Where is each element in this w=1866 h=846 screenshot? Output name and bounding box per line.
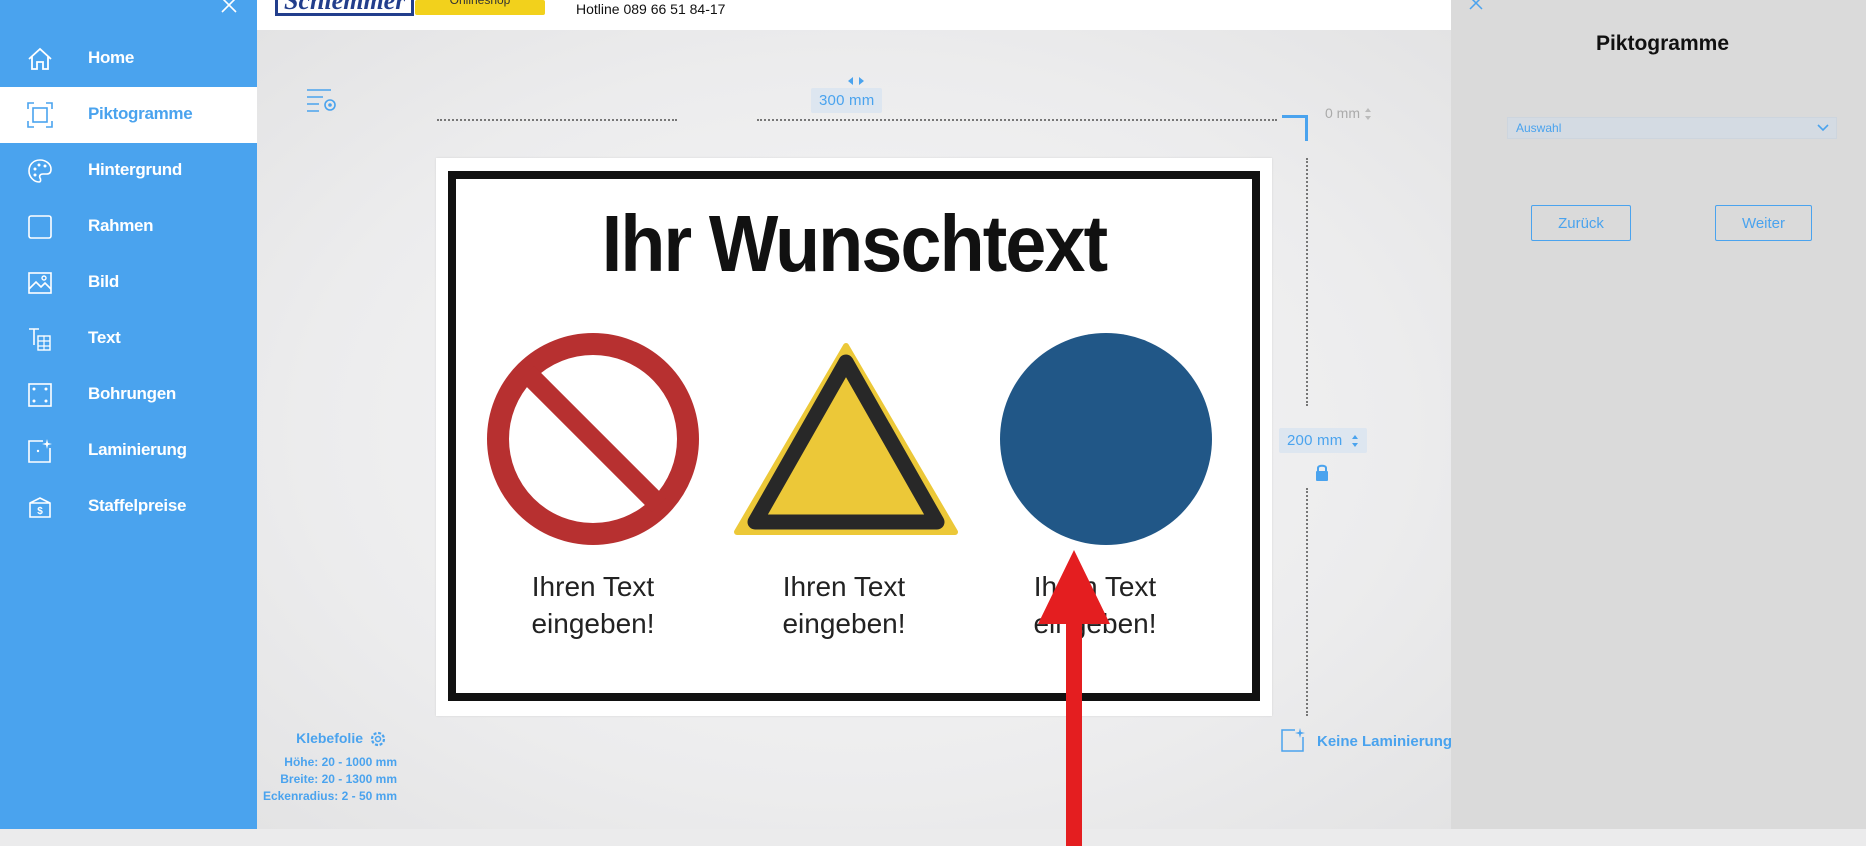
sidebar-item-hintergrund[interactable]: Hintergrund xyxy=(0,143,257,199)
sidebar-item-label: Rahmen xyxy=(88,216,154,235)
editor-canvas: 300 mm 0 mm 200 mm Ihr Wunschtext Ihren … xyxy=(257,30,1452,846)
close-icon[interactable] xyxy=(1467,0,1485,12)
sidebar-item-label: Home xyxy=(88,48,135,67)
sign-title[interactable]: Ihr Wunschtext xyxy=(469,198,1238,290)
back-button[interactable]: Zurück xyxy=(1531,205,1631,241)
gear-icon[interactable] xyxy=(369,730,387,748)
width-guide-right xyxy=(757,119,1277,121)
sidebar-item-label: Laminierung xyxy=(88,440,187,459)
sidebar-item-label: Bild xyxy=(88,272,119,291)
spec-height: Höhe: 20 - 1000 mm xyxy=(284,755,397,769)
height-label: 200 mm xyxy=(1287,432,1343,449)
width-value[interactable]: 300 mm xyxy=(811,88,883,113)
close-icon[interactable] xyxy=(218,0,240,16)
sign-caption-left[interactable]: Ihren Text eingeben! xyxy=(493,568,693,642)
chevron-down-icon xyxy=(1817,124,1829,132)
price-box-icon: $ xyxy=(29,497,51,518)
material-label[interactable]: Klebefolie xyxy=(296,730,363,746)
top-bar: Schlemmer Onlineshop Hotline 089 66 51 8… xyxy=(257,0,1451,30)
pictogram-select[interactable]: Auswahl xyxy=(1507,117,1837,139)
onlineshop-button[interactable]: Onlineshop xyxy=(415,0,545,15)
sidebar-item-label: Piktogramme xyxy=(88,104,193,123)
settings-list-icon[interactable] xyxy=(305,86,339,116)
resize-horizontal-icon[interactable] xyxy=(847,76,865,86)
spec-corner-radius: Eckenradius: 2 - 50 mm xyxy=(262,789,397,803)
prohibition-sign-icon[interactable] xyxy=(487,333,699,545)
frame-icon xyxy=(27,102,53,128)
home-icon xyxy=(28,47,52,70)
caption-line: eingeben! xyxy=(531,608,655,639)
mandatory-sign-icon[interactable] xyxy=(1000,333,1212,545)
stepper-icon[interactable] xyxy=(1364,107,1372,121)
caption-line: eingeben! xyxy=(782,608,906,639)
image-icon xyxy=(28,272,52,294)
sidebar-item-staffelpreise[interactable]: $ Staffelpreise xyxy=(0,479,257,535)
corner-radius-label: 0 mm xyxy=(1325,105,1360,121)
sidebar-item-piktogramme[interactable]: Piktogramme xyxy=(0,87,257,143)
lamination-icon xyxy=(28,439,52,463)
next-button[interactable]: Weiter xyxy=(1715,205,1812,241)
sidebar-item-bild[interactable]: Bild xyxy=(0,255,257,311)
square-icon xyxy=(28,215,52,239)
sidebar-item-label: Text xyxy=(88,328,121,347)
sidebar-item-label: Bohrungen xyxy=(88,384,176,403)
spec-width: Breite: 20 - 1300 mm xyxy=(280,772,397,786)
sidebar-item-home[interactable]: Home xyxy=(0,31,257,87)
sidebar-item-laminierung[interactable]: Laminierung xyxy=(0,423,257,479)
arrow-up-icon xyxy=(1038,550,1110,846)
drill-holes-icon xyxy=(28,383,52,407)
stepper-icon[interactable] xyxy=(1351,434,1359,448)
lock-icon[interactable] xyxy=(1314,462,1330,482)
select-value: Auswahl xyxy=(1516,121,1562,135)
caption-line: Ihren Text xyxy=(782,571,906,602)
corner-radius-marker xyxy=(1282,115,1308,141)
height-value[interactable]: 200 mm xyxy=(1279,428,1367,453)
lamination-label[interactable]: Keine Laminierung xyxy=(1317,733,1452,750)
sign-preview[interactable]: Ihr Wunschtext Ihren Text eingeben! Ihre… xyxy=(436,158,1272,716)
height-guide-bottom xyxy=(1306,488,1308,716)
sign-caption-middle[interactable]: Ihren Text eingeben! xyxy=(744,568,944,642)
sidebar-item-bohrungen[interactable]: Bohrungen xyxy=(0,367,257,423)
brand-logo[interactable]: Schlemmer xyxy=(275,0,415,16)
svg-text:$: $ xyxy=(37,506,43,517)
pictogram-panel: Piktogramme Auswahl Zurück Weiter xyxy=(1451,0,1866,829)
palette-icon xyxy=(28,159,52,183)
warning-sign-icon[interactable] xyxy=(733,340,959,538)
sidebar: Home Piktogramme Hintergrund Rahmen Bild… xyxy=(0,0,257,829)
sidebar-item-text[interactable]: Text xyxy=(0,311,257,367)
text-icon xyxy=(29,328,51,351)
caption-line: Ihren Text xyxy=(531,571,655,602)
height-guide-top xyxy=(1306,158,1308,406)
sidebar-item-label: Hintergrund xyxy=(88,160,182,179)
lamination-icon[interactable] xyxy=(1280,727,1306,753)
hotline-text: Hotline 089 66 51 84-17 xyxy=(576,1,726,17)
width-guide-left xyxy=(437,119,677,121)
sidebar-item-rahmen[interactable]: Rahmen xyxy=(0,199,257,255)
corner-radius-value[interactable]: 0 mm xyxy=(1325,105,1372,121)
sidebar-item-label: Staffelpreise xyxy=(88,496,187,515)
panel-title: Piktogramme xyxy=(1595,32,1730,55)
